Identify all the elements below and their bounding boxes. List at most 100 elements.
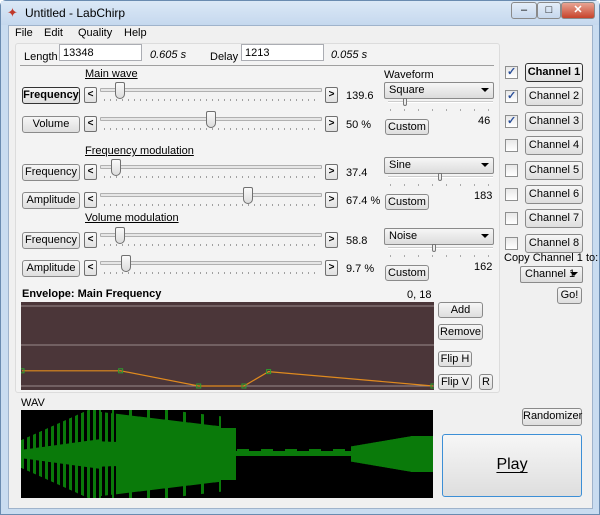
chevron-down-icon [481,234,489,238]
menu-edit[interactable]: Edit [44,27,63,39]
length-input[interactable] [59,44,142,61]
decrease-button[interactable]: < [84,87,97,103]
channel-checkbox[interactable] [505,188,518,201]
chevron-down-icon [481,88,489,92]
slider-thumb[interactable] [121,255,132,272]
slider-track[interactable] [100,261,322,265]
reset-button[interactable]: R [479,374,493,390]
envelope-bg [21,302,434,390]
channel-checkbox[interactable] [505,114,518,128]
maximize-button[interactable]: □ [537,2,561,19]
waveform-slider-ticks [390,109,494,111]
slider-thumb[interactable] [206,111,216,128]
param-value: 50 % [346,119,372,131]
decrease-button[interactable]: < [84,232,97,248]
waveform-value: Noise [389,230,418,242]
slider-thumb[interactable] [110,159,121,176]
increase-button[interactable]: > [325,192,338,208]
slider-thumb[interactable] [114,82,125,99]
randomizer-button[interactable]: Randomizer [522,408,582,426]
channel-button-4[interactable]: Channel 4 [525,136,583,156]
delay-seconds: 0.055 s [331,49,368,61]
param-value: 58.8 [346,235,368,247]
close-button[interactable]: ✕ [561,2,595,19]
param-value: 37.4 [346,167,368,179]
menu-file[interactable]: File [15,27,33,39]
flip-h-button[interactable]: Flip H [438,351,472,367]
slider-track[interactable] [100,165,322,169]
section-title: Volume modulation [85,212,179,224]
minimize-button[interactable]: – [511,2,537,19]
remove-point-button[interactable]: Remove [438,324,483,340]
channel-button-2[interactable]: Channel 2 [525,87,583,107]
slider-track[interactable] [100,233,322,237]
channel-button-3[interactable]: Channel 3 [525,111,583,131]
channel-checkbox[interactable] [505,212,518,226]
param-button-volume[interactable]: Volume [22,116,80,133]
channel-button-1[interactable]: Channel 1 [525,63,583,82]
param-button-amplitude[interactable]: Amplitude [22,260,80,277]
channel-button-6[interactable]: Channel 6 [525,185,583,204]
increase-button[interactable]: > [325,164,338,180]
play-button[interactable]: Play [442,434,582,497]
waveform-slider-ticks [390,255,494,257]
channel-button-8[interactable]: Channel 8 [525,233,583,253]
slider-track[interactable] [100,88,322,92]
channel-checkbox[interactable] [505,89,518,104]
waveform-slider-thumb[interactable] [403,98,407,106]
waveform-select[interactable]: Sine [384,157,494,174]
channel-button-7[interactable]: Channel 7 [525,209,583,229]
increase-button[interactable]: > [325,260,338,276]
increase-button[interactable]: > [325,232,338,248]
window-title: Untitled - LabChirp [25,6,126,20]
param-button-frequency[interactable]: Frequency [22,232,80,249]
waveform-label: Waveform [384,69,434,81]
waveform-value: Square [389,84,425,96]
slider-thumb[interactable] [242,187,253,204]
waveform-select[interactable]: Noise [384,228,494,245]
param-button-frequency[interactable]: Frequency [22,87,80,104]
param-button-frequency[interactable]: Frequency [22,164,80,181]
increase-button[interactable]: > [325,87,338,103]
custom-waveform-button[interactable]: Custom [385,194,429,210]
custom-waveform-button[interactable]: Custom [385,265,429,281]
add-point-button[interactable]: Add [438,302,483,318]
copy-target-select[interactable]: Channel 1 [520,266,583,283]
increase-button[interactable]: > [325,116,338,132]
decrease-button[interactable]: < [84,192,97,208]
decrease-button[interactable]: < [84,260,97,276]
play-label: Play [496,456,528,473]
decrease-button[interactable]: < [84,164,97,180]
slider-track[interactable] [100,193,322,197]
custom-waveform-button[interactable]: Custom [385,119,429,135]
menu-quality[interactable]: Quality [78,27,112,39]
wav-label: WAV [21,397,45,409]
channel-button-5[interactable]: Channel 5 [525,160,583,180]
waveform-slider-thumb[interactable] [438,173,442,181]
separator [20,65,494,66]
waveform-param-value: 162 [474,261,493,273]
slider-ticks [104,176,318,178]
waveform-slider-thumb[interactable] [432,244,436,252]
menu-help[interactable]: Help [124,27,147,39]
delay-input[interactable] [241,44,324,61]
param-button-amplitude[interactable]: Amplitude [22,192,80,209]
go-button[interactable]: Go! [557,287,582,304]
decrease-button[interactable]: < [84,116,97,132]
channel-checkbox[interactable] [505,139,518,153]
channel-checkbox[interactable] [505,163,518,177]
waveform-select[interactable]: Square [384,82,494,99]
waveform-param-value: 183 [474,190,493,202]
param-value: 9.7 % [346,263,375,275]
slider-thumb[interactable] [114,227,125,244]
flip-v-button[interactable]: Flip V [438,374,472,390]
waveform-value: Sine [389,159,412,171]
slider-ticks [104,99,318,101]
chevron-down-icon [570,272,578,276]
section-title: Main wave [85,68,138,80]
channel-checkbox[interactable] [505,65,518,79]
channel-checkbox[interactable] [505,236,518,250]
waveform-slider-track[interactable] [388,247,493,249]
delay-label: Delay [210,51,239,63]
envelope-editor[interactable] [21,302,434,390]
